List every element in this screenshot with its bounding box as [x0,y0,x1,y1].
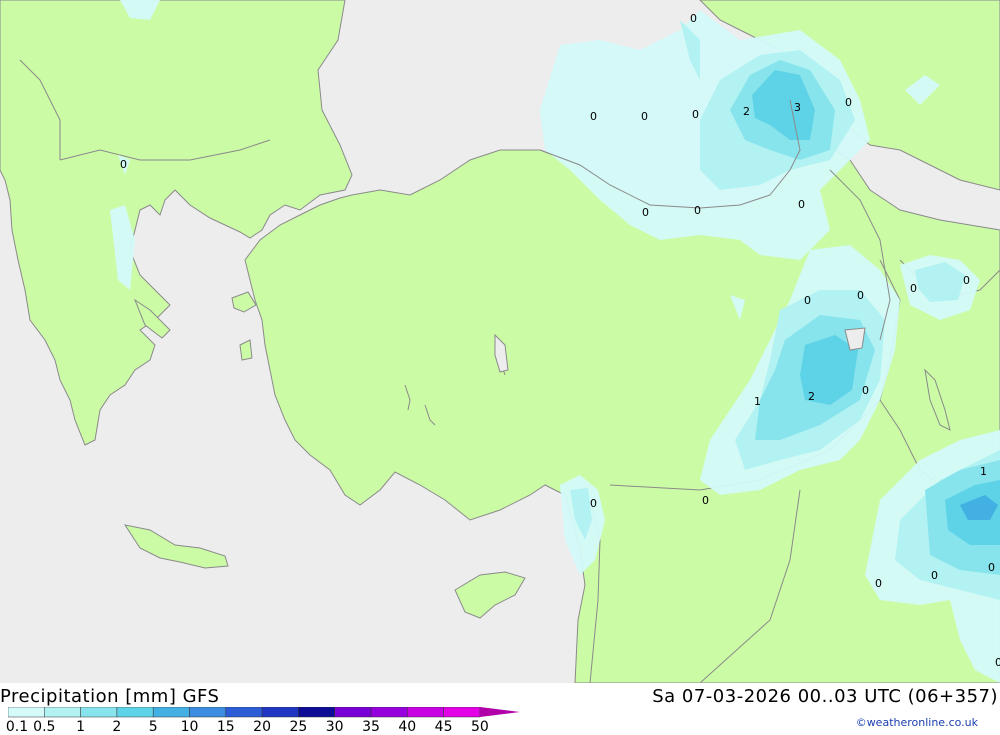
map-valid-time: Sa 07-03-2026 00..03 UTC (06+357) [652,686,998,707]
scale-swatch [443,707,481,718]
contour-label: 0 [988,561,995,574]
contour-label: 0 [995,656,1000,669]
contour-label: 0 [590,497,597,510]
scale-swatch [225,707,263,718]
contour-label: 0 [798,198,805,211]
scale-swatch [370,707,408,718]
credit-text: ©weatheronline.co.uk [855,716,978,729]
contour-label: 3 [794,101,801,114]
contour-label: 1 [980,465,987,478]
contour-label: 0 [120,158,127,171]
contour-label: 0 [690,12,697,25]
contour-label: 1 [754,395,761,408]
contour-label: 0 [692,108,699,121]
contour-label: 0 [642,206,649,219]
contour-label: 0 [963,274,970,287]
scale-swatch [44,707,81,718]
contour-label: 0 [845,96,852,109]
legend-footer: Precipitation [mm] GFS Sa 07-03-2026 00.… [0,683,1000,735]
contour-label: 2 [808,390,815,403]
contour-label: 0 [910,282,917,295]
color-scale-bar [8,707,520,718]
contour-label: 0 [694,204,701,217]
scale-swatch [334,707,372,718]
contour-label: 0 [702,494,709,507]
contour-label: 0 [862,384,869,397]
scale-swatch [116,707,154,718]
map-title: Precipitation [mm] GFS [0,686,220,707]
contour-label: 0 [857,289,864,302]
contour-label: 0 [590,110,597,123]
contour-label: 0 [641,110,648,123]
scale-swatch [298,707,335,718]
scale-swatch [261,707,299,718]
contour-label: 2 [743,105,750,118]
precipitation-map: 0 0 0 0 0 0 2 3 0 0 0 0 0 0 0 0 1 2 0 0 … [0,0,1000,684]
scale-swatch [8,707,45,718]
scale-arrow [479,707,520,717]
contour-label: 0 [804,294,811,307]
scale-swatch [189,707,227,718]
scale-swatch [407,707,444,718]
contour-label: 0 [931,569,938,582]
scale-swatch [152,707,190,718]
contour-label: 0 [875,577,882,590]
scale-swatch [80,707,118,718]
